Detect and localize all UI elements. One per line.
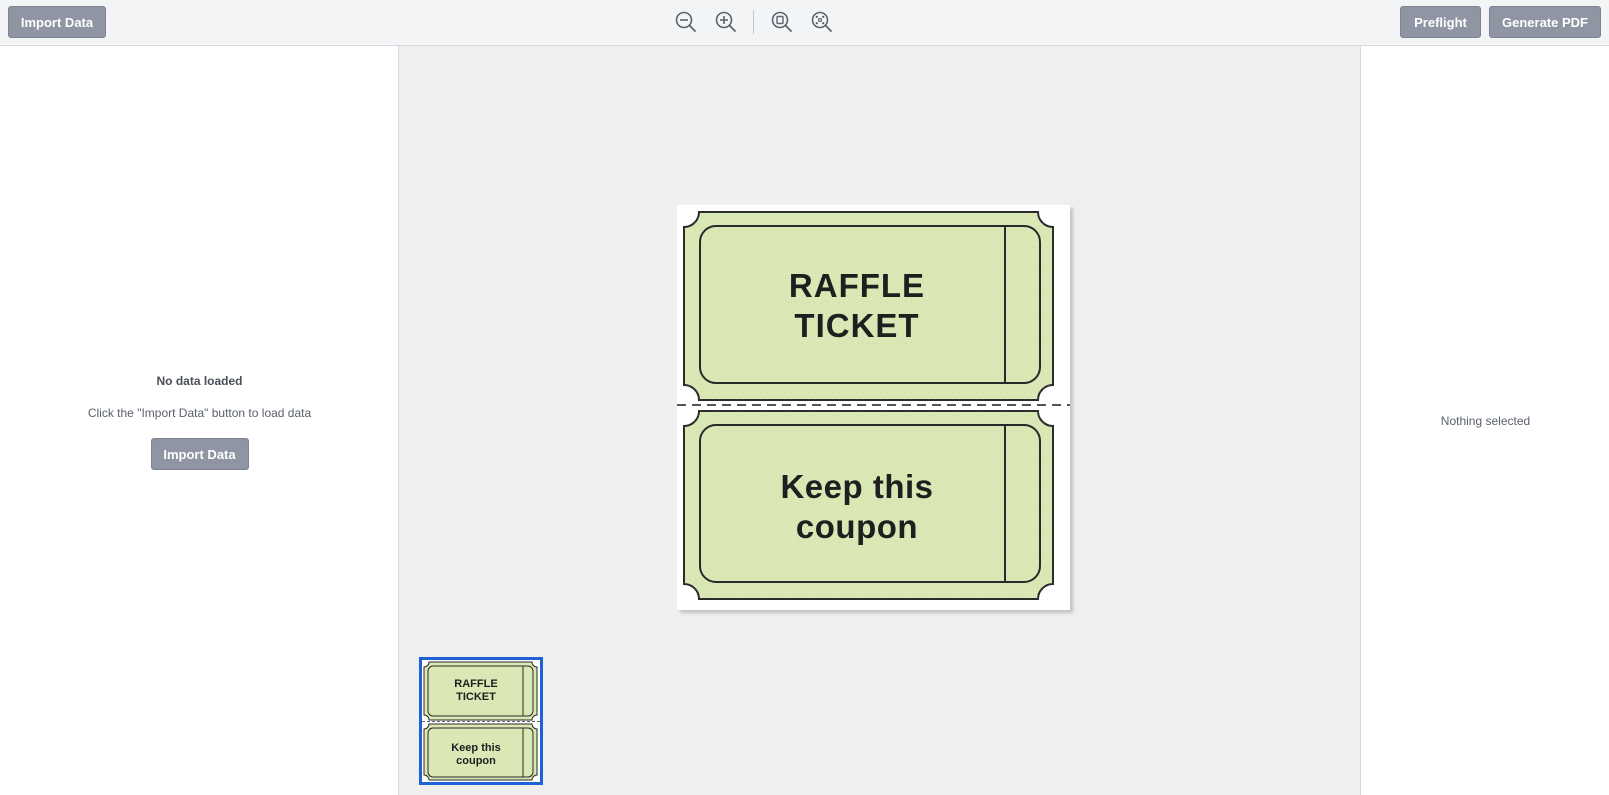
- preflight-button[interactable]: Preflight: [1400, 6, 1481, 38]
- fit-page-icon[interactable]: [768, 8, 796, 36]
- import-data-panel-button[interactable]: Import Data: [150, 438, 249, 470]
- thumbnail-bottom-title: Keep this coupon: [451, 742, 501, 767]
- properties-panel: Nothing selected: [1360, 46, 1609, 795]
- canvas-area[interactable]: RAFFLE TICKET Keep this coupon RAFFLE TI…: [399, 46, 1360, 795]
- ticket-bottom-title[interactable]: Keep this coupon: [699, 467, 1015, 547]
- data-panel: No data loaded Click the "Import Data" b…: [0, 46, 399, 795]
- empty-state: No data loaded Click the "Import Data" b…: [0, 373, 399, 470]
- thumbnail-top-title: RAFFLE TICKET: [454, 678, 498, 703]
- generate-pdf-button[interactable]: Generate PDF: [1489, 6, 1601, 38]
- page-thumbnail[interactable]: RAFFLE TICKET Keep this coupon: [419, 657, 543, 785]
- nothing-selected-text: Nothing selected: [1440, 414, 1531, 428]
- import-data-button[interactable]: Import Data: [8, 6, 106, 38]
- toolbar: Import Data Preflight Generate PDF: [0, 0, 1609, 46]
- zoom-in-icon[interactable]: [712, 8, 740, 36]
- toolbar-separator: [753, 10, 754, 34]
- document-page[interactable]: RAFFLE TICKET Keep this coupon: [677, 205, 1070, 610]
- fit-width-icon[interactable]: [808, 8, 836, 36]
- empty-state-description: Click the "Import Data" button to load d…: [87, 406, 312, 420]
- zoom-out-icon[interactable]: [672, 8, 700, 36]
- zoom-tools: [672, 8, 842, 36]
- empty-state-title: No data loaded: [156, 374, 243, 388]
- ticket-top-title[interactable]: RAFFLE TICKET: [699, 266, 1015, 346]
